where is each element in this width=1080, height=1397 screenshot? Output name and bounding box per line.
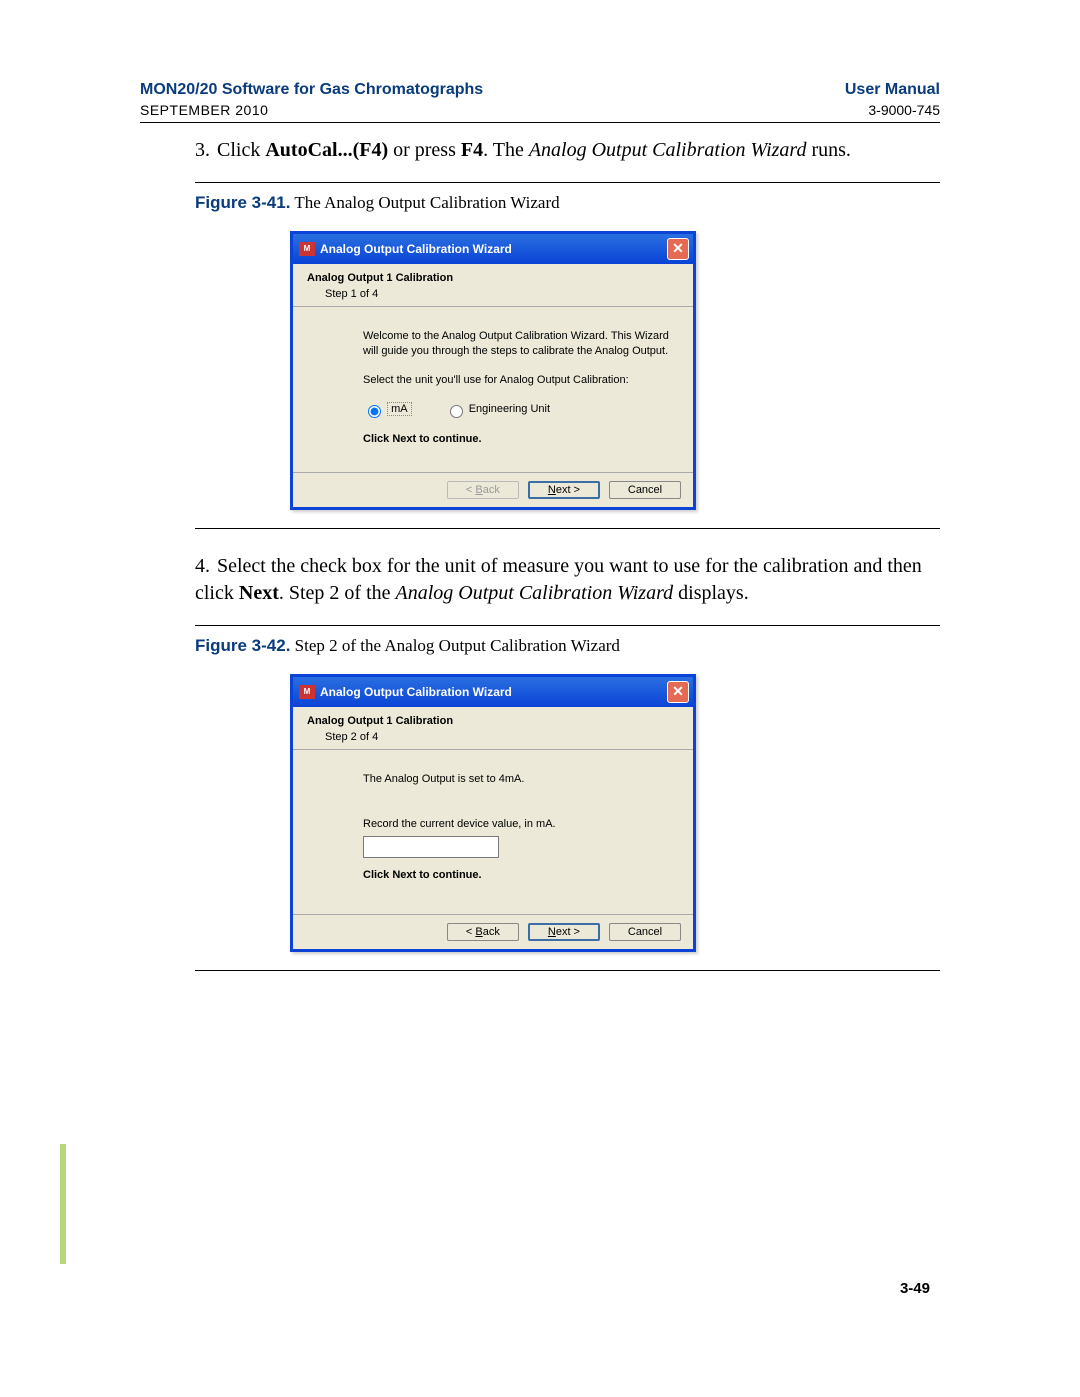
- continue-prompt: Click Next to continue.: [363, 868, 679, 883]
- welcome-text: Welcome to the Analog Output Calibration…: [363, 329, 679, 359]
- separator: [195, 625, 940, 626]
- calibration-title: Analog Output 1 Calibration: [307, 272, 679, 284]
- separator: [195, 528, 940, 529]
- separator: [195, 182, 940, 183]
- accent-bar: [60, 1144, 66, 1264]
- step-3-text: 3.Click AutoCal...(F4) or press F4. The …: [195, 137, 940, 164]
- doc-date: SEPTEMBER 2010: [140, 101, 483, 119]
- dialog-header: Analog Output 1 Calibration Step 2 of 4: [293, 707, 693, 750]
- dialog-header: Analog Output 1 Calibration Step 1 of 4: [293, 264, 693, 307]
- figure-41-label: Figure 3-41. The Analog Output Calibrati…: [195, 193, 940, 213]
- titlebar[interactable]: M Analog Output Calibration Wizard ✕: [293, 234, 693, 264]
- window-title: Analog Output Calibration Wizard: [320, 242, 667, 256]
- doc-number: 3-9000-745: [845, 101, 940, 119]
- doc-type: User Manual: [845, 80, 940, 101]
- page-number: 3-49: [900, 1280, 930, 1297]
- app-icon: M: [299, 242, 315, 256]
- next-button[interactable]: Next >: [528, 481, 600, 499]
- step-indicator: Step 2 of 4: [325, 731, 679, 743]
- doc-title: MON20/20 Software for Gas Chromatographs: [140, 80, 483, 101]
- close-icon[interactable]: ✕: [667, 238, 689, 260]
- set-message: The Analog Output is set to 4mA.: [363, 772, 679, 787]
- continue-prompt: Click Next to continue.: [363, 432, 679, 447]
- header-rule: [140, 122, 940, 123]
- page-header: MON20/20 Software for Gas Chromatographs…: [140, 80, 940, 119]
- calibration-title: Analog Output 1 Calibration: [307, 715, 679, 727]
- window-title: Analog Output Calibration Wizard: [320, 685, 667, 699]
- cancel-button[interactable]: Cancel: [609, 923, 681, 941]
- app-icon: M: [299, 685, 315, 699]
- step-indicator: Step 1 of 4: [325, 288, 679, 300]
- back-button[interactable]: < Back: [447, 923, 519, 941]
- record-prompt: Record the current device value, in mA.: [363, 817, 679, 832]
- back-button: < Back: [447, 481, 519, 499]
- device-value-input[interactable]: [363, 836, 499, 858]
- dialog-footer: < Back Next > Cancel: [293, 914, 693, 949]
- radio-ma[interactable]: mA: [363, 403, 412, 415]
- next-button[interactable]: Next >: [528, 923, 600, 941]
- cancel-button[interactable]: Cancel: [609, 481, 681, 499]
- radio-ma-input[interactable]: [368, 405, 381, 418]
- radio-eng-input[interactable]: [450, 405, 463, 418]
- separator: [195, 970, 940, 971]
- radio-engineering-unit[interactable]: Engineering Unit: [445, 403, 550, 415]
- dialog-footer: < Back Next > Cancel: [293, 472, 693, 507]
- select-prompt: Select the unit you'll use for Analog Ou…: [363, 373, 679, 388]
- close-icon[interactable]: ✕: [667, 681, 689, 703]
- titlebar[interactable]: M Analog Output Calibration Wizard ✕: [293, 677, 693, 707]
- wizard-dialog-step2: M Analog Output Calibration Wizard ✕ Ana…: [290, 674, 696, 952]
- figure-42-label: Figure 3-42. Step 2 of the Analog Output…: [195, 636, 940, 656]
- step-4-text: 4.Select the check box for the unit of m…: [195, 553, 940, 607]
- wizard-dialog-step1: M Analog Output Calibration Wizard ✕ Ana…: [290, 231, 696, 510]
